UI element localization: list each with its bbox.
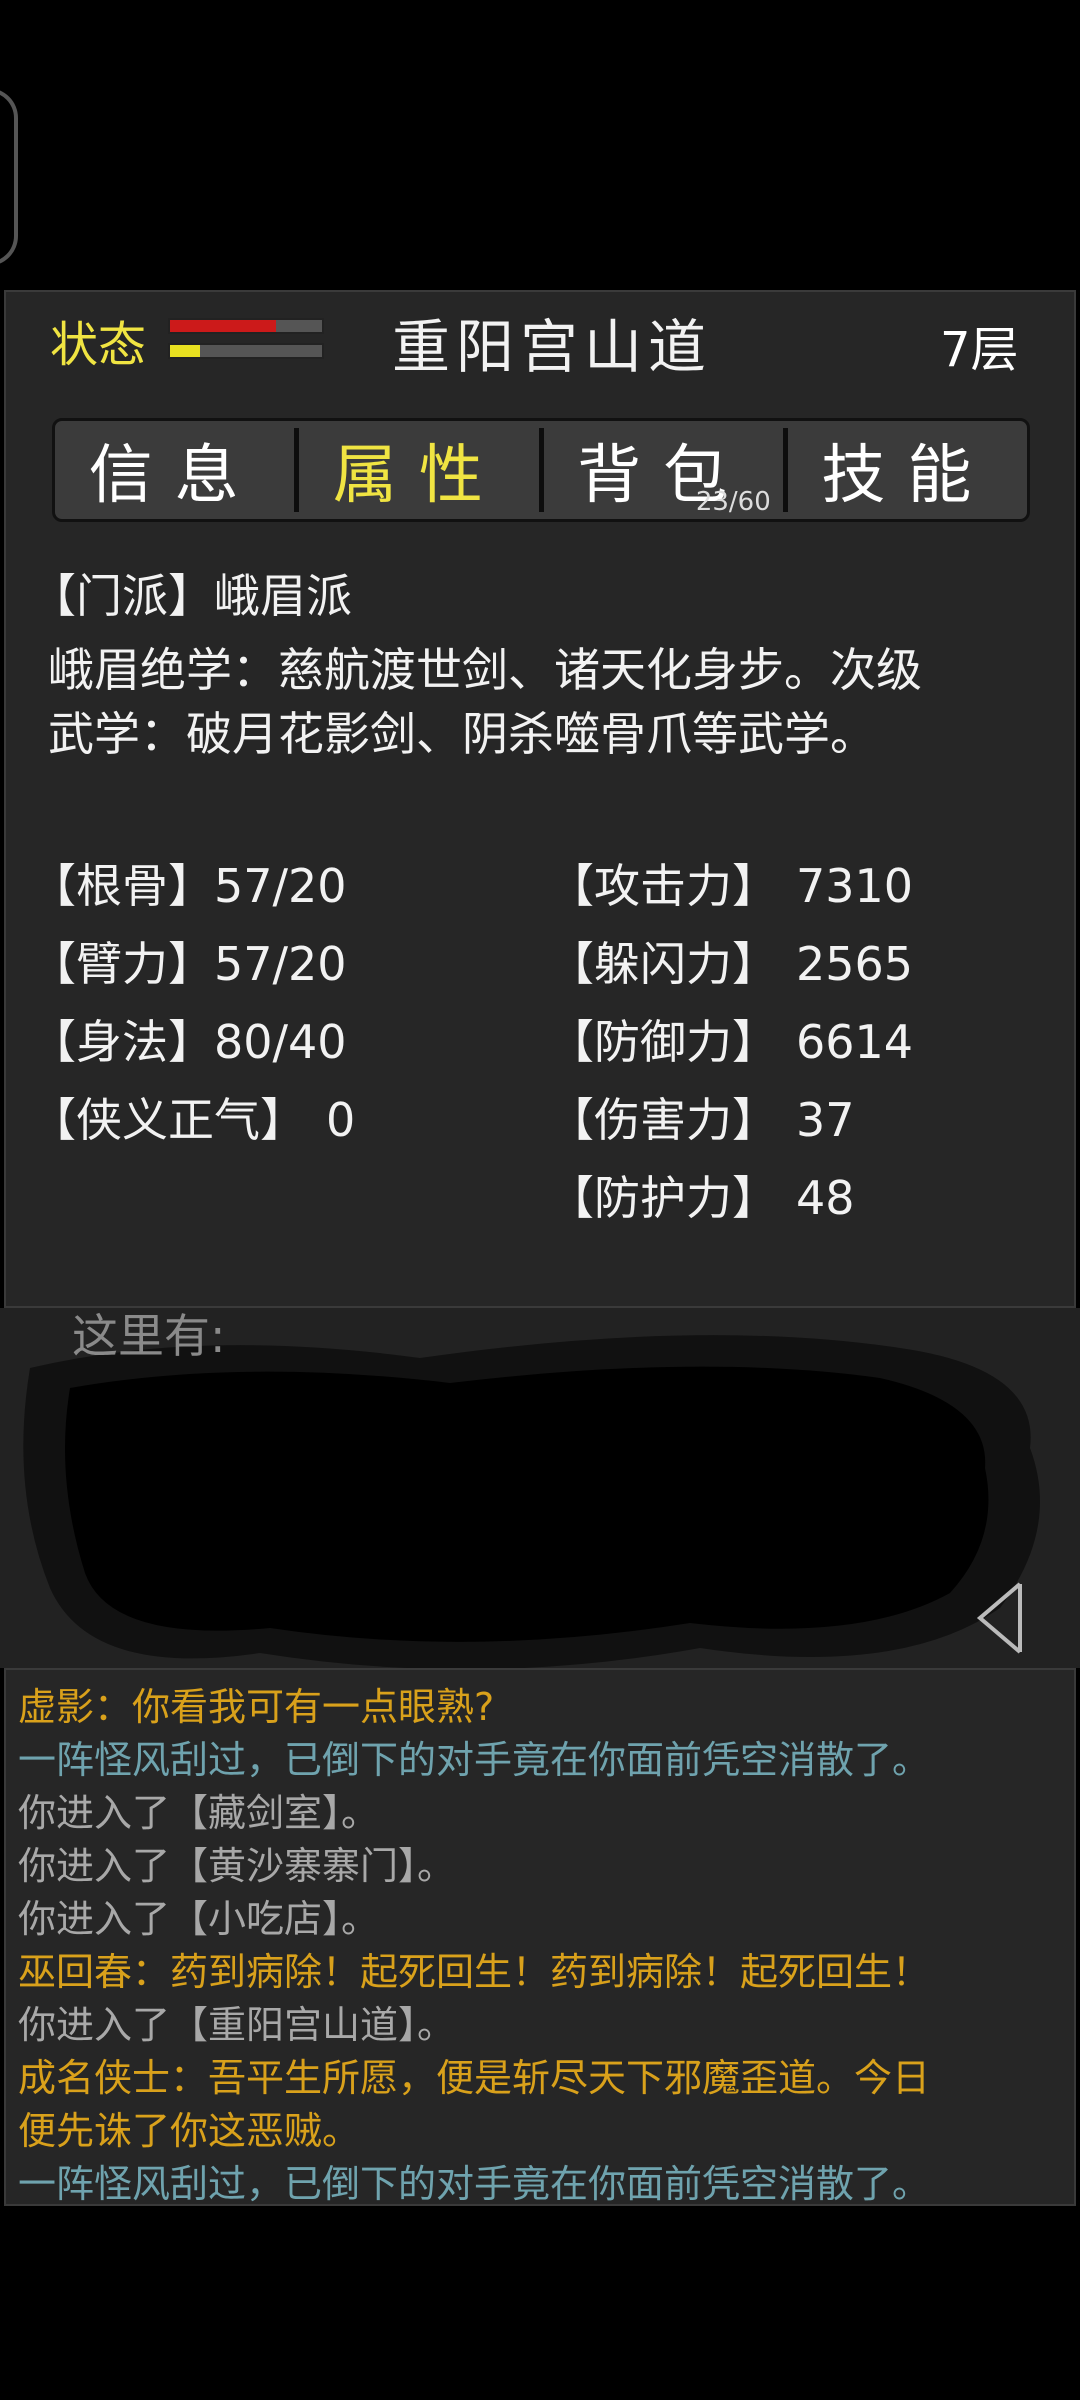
hp-bar-fill: [170, 320, 277, 332]
log-line: 虚影：你看我可有一点眼熟?: [18, 1685, 495, 1729]
top-black-area: [0, 0, 1080, 290]
stat-row: 【臂力】57/20: [30, 928, 347, 994]
stat-row: 【防御力】 6614: [548, 1006, 913, 1072]
tab-attributes-label: 属性: [332, 439, 505, 513]
stat-label: 【伤害力】: [548, 1093, 778, 1147]
status-label[interactable]: 状态: [50, 305, 146, 375]
tab-bar: 信息 属性 背包 23/60 技能: [52, 418, 1030, 522]
stat-row: 【防护力】 48: [548, 1162, 855, 1228]
stat-label: 【臂力】: [30, 937, 214, 991]
stat-label: 【躲闪力】: [548, 937, 778, 991]
log-line: 一阵怪风刮过，已倒下的对手竟在你面前凭空消散了。: [18, 2162, 931, 2206]
stat-label: 【防护力】: [548, 1171, 778, 1225]
backpack-count: 23/60: [695, 487, 771, 517]
tab-info[interactable]: 信息: [55, 421, 294, 519]
stat-value: 48: [796, 1171, 855, 1225]
stat-value: 80/40: [214, 1015, 347, 1069]
back-arrow-icon[interactable]: [974, 1580, 1024, 1656]
stat-value: 6614: [796, 1015, 914, 1069]
log-line: 你进入了【小吃店】。: [18, 1897, 380, 1941]
stat-row: 【躲闪力】 2565: [548, 928, 913, 994]
stat-value: 2565: [796, 937, 914, 991]
stat-row: 【根骨】57/20: [30, 850, 347, 916]
mp-bar: [168, 343, 324, 359]
stat-label: 【防御力】: [548, 1015, 778, 1069]
log-line: 巫回春：药到病除！起死回生！药到病除！起死回生！: [18, 1950, 931, 1994]
tab-attributes[interactable]: 属性: [299, 421, 538, 519]
stat-label: 【侠义正气】: [30, 1093, 306, 1147]
tab-info-label: 信息: [88, 439, 261, 513]
stat-label: 【身法】: [30, 1015, 214, 1069]
hp-bar: [168, 318, 324, 334]
tab-backpack[interactable]: 背包 23/60: [544, 421, 783, 519]
here-label: 这里有:: [72, 1309, 226, 1363]
tab-skills[interactable]: 技能: [788, 421, 1027, 519]
log-line: 你进入了【黄沙寨寨门】。: [18, 1844, 456, 1888]
mp-bar-fill: [170, 345, 201, 357]
tab-skills-label: 技能: [821, 439, 994, 513]
stat-row: 【身法】80/40: [30, 1006, 347, 1072]
stat-label: 【攻击力】: [548, 859, 778, 913]
stat-row: 【侠义正气】 0: [30, 1084, 355, 1150]
log-line: 便先诛了你这恶贼。: [18, 2109, 361, 2153]
log-line: 成名侠士：吾平生所愿，便是斩尽天下邪魔歪道。今日: [18, 2056, 931, 2100]
stat-row: 【伤害力】 37: [548, 1084, 855, 1150]
stat-value: 7310: [796, 859, 914, 913]
log-line: 你进入了【藏剑室】。: [18, 1791, 380, 1835]
location-title: 重阳宫山道: [392, 313, 713, 381]
stat-value: 57/20: [214, 937, 347, 991]
stat-row: 【攻击力】 7310: [548, 850, 913, 916]
stat-value: 0: [326, 1093, 356, 1147]
sect-description: 峨眉绝学：慈航渡世剑、诸天化身步。次级武学：破月花影剑、阴杀噬骨爪等武学。: [48, 643, 922, 761]
sect-line: 【门派】峨眉派: [30, 569, 352, 623]
corner-frame-decoration: [0, 88, 18, 266]
stat-label: 【根骨】: [30, 859, 214, 913]
floor-label: 7层: [940, 322, 1019, 378]
stat-value: 57/20: [214, 859, 347, 913]
stat-value: 37: [796, 1093, 855, 1147]
log-line: 一阵怪风刮过，已倒下的对手竟在你面前凭空消散了。: [18, 1738, 931, 1782]
log-line: 你进入了【重阳宫山道】。: [18, 2003, 456, 2047]
